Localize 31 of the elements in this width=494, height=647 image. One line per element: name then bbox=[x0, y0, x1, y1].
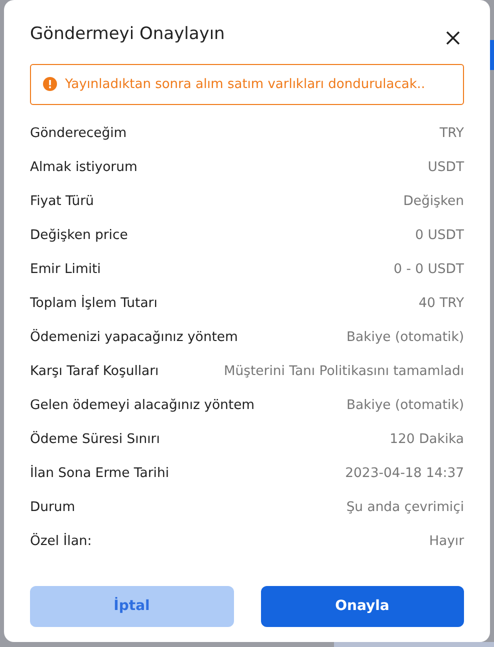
detail-label: Ödemenizi yapacağınız yöntem bbox=[30, 328, 238, 348]
detail-value: 0 - 0 USDT bbox=[394, 261, 464, 280]
detail-value: Şu anda çevrimiçi bbox=[346, 499, 464, 518]
detail-label: Karşı Taraf Koşulları bbox=[30, 363, 159, 382]
detail-label: İlan Sona Erme Tarihi bbox=[30, 464, 169, 484]
detail-value: Bakiye (otomatik) bbox=[346, 329, 464, 348]
detail-label: Göndereceğim bbox=[30, 125, 127, 144]
confirm-button[interactable]: Onayla bbox=[260, 586, 464, 627]
dialog-title: Göndermeyi Onaylayın bbox=[30, 23, 225, 46]
detail-value: 0 USDT bbox=[415, 227, 464, 246]
detail-label: Gelen ödemeyi alacağınız yöntem bbox=[30, 397, 255, 416]
detail-label: Özel İlan: bbox=[30, 532, 92, 552]
detail-label: Durum bbox=[30, 499, 76, 518]
warning-icon bbox=[43, 77, 57, 92]
cancel-button[interactable]: İptal bbox=[30, 586, 234, 627]
detail-value: Bakiye (otomatik) bbox=[346, 397, 464, 416]
detail-value: Değişken bbox=[403, 193, 464, 212]
detail-value: Hayır bbox=[429, 533, 464, 552]
warning-text: Yayınladıktan sonra alım satım varlıkları dondurulacak.. bbox=[65, 76, 426, 94]
detail-label: Fiyat Türü bbox=[30, 193, 94, 212]
detail-value: TRY bbox=[440, 125, 464, 144]
detail-label: Ödeme Süresi Sınırı bbox=[30, 430, 160, 450]
detail-value: USDT bbox=[428, 159, 464, 178]
detail-label: Değişken price bbox=[30, 227, 128, 246]
detail-value: 2023-04-18 14:37 bbox=[345, 465, 464, 484]
detail-value: 40 TRY bbox=[418, 295, 464, 314]
detail-value: 120 Dakika bbox=[390, 431, 464, 450]
detail-value: Müşterini Tanı Politikasını tamamladı bbox=[224, 363, 464, 382]
detail-label: Toplam İşlem Tutarı bbox=[30, 294, 158, 314]
detail-label: Emir Limiti bbox=[30, 261, 101, 280]
detail-label: Almak istiyorum bbox=[30, 159, 138, 178]
